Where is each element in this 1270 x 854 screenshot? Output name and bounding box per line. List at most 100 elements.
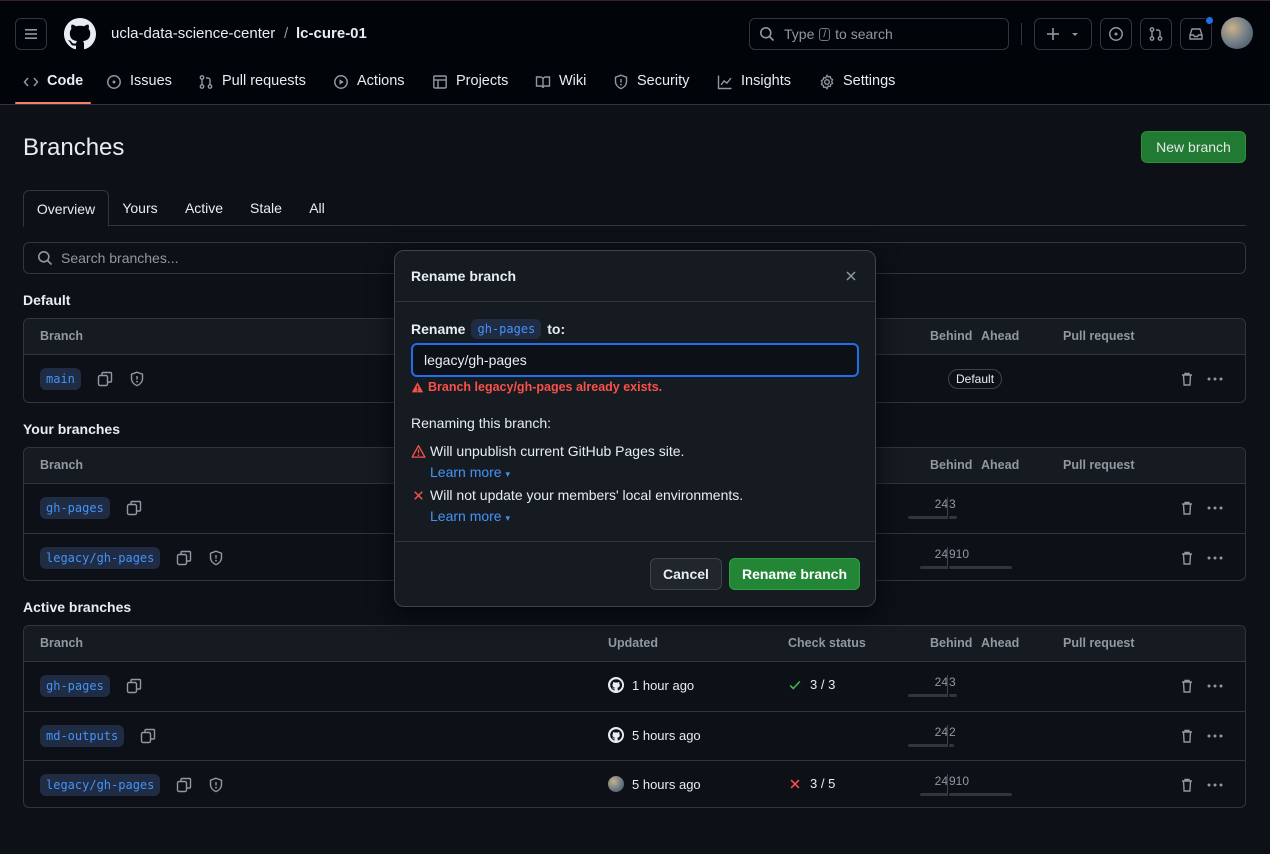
nav-label: Actions — [357, 73, 405, 89]
behind-count: 24 — [934, 725, 948, 739]
tab-pull-requests[interactable]: Pull requests — [198, 63, 306, 105]
behind-count: 24 — [934, 497, 948, 511]
shield-icon — [614, 74, 628, 90]
tab-yours[interactable]: Yours — [113, 190, 167, 226]
tab-wiki[interactable]: Wiki — [535, 63, 586, 105]
nav-label: Insights — [741, 73, 791, 89]
tab-overview[interactable]: Overview — [23, 190, 109, 227]
trash-icon[interactable] — [1179, 500, 1195, 516]
branch-name-link[interactable]: main — [40, 368, 81, 390]
updated-time: 1 hour ago — [632, 677, 695, 693]
branch-name-link[interactable]: gh-pages — [40, 497, 110, 519]
branch-name-link[interactable]: md-outputs — [40, 725, 125, 747]
copy-icon[interactable] — [140, 728, 156, 744]
kebab-horizontal-icon[interactable] — [1206, 371, 1224, 387]
new-branch-button[interactable]: New branch — [1141, 131, 1246, 163]
book-icon — [535, 76, 551, 89]
github-logo-icon[interactable] — [64, 18, 96, 50]
breadcrumb-org[interactable]: ucla-data-science-center — [111, 25, 275, 42]
create-new-button[interactable] — [1034, 18, 1092, 50]
ahead-bar — [949, 793, 1012, 796]
tab-active[interactable]: Active — [175, 190, 233, 226]
kebab-horizontal-icon[interactable] — [1206, 550, 1224, 566]
search-prefix: Type — [784, 26, 815, 42]
col-behind: Behind — [930, 329, 973, 343]
menu-button[interactable] — [15, 18, 47, 50]
tab-settings[interactable]: Settings — [819, 63, 895, 105]
tab-code[interactable]: Code — [23, 63, 83, 105]
hamburger-icon — [25, 29, 37, 39]
avatar[interactable] — [1221, 17, 1253, 49]
copy-icon[interactable] — [176, 777, 192, 793]
global-search-input[interactable]: Type / to search — [749, 18, 1009, 50]
trash-icon[interactable] — [1179, 728, 1195, 744]
trash-icon[interactable] — [1179, 550, 1195, 566]
rename-branch-button[interactable]: Rename branch — [729, 558, 860, 590]
updated-time: 5 hours ago — [632, 776, 701, 792]
tab-security[interactable]: Security — [613, 63, 689, 105]
check-status-cell[interactable]: 3 / 5 — [788, 776, 835, 791]
section-title-yours: Your branches — [23, 421, 120, 437]
search-icon — [38, 251, 53, 266]
issues-button[interactable] — [1100, 18, 1132, 50]
copy-icon[interactable] — [97, 371, 113, 387]
behind-ahead-bar: 24 910 — [901, 774, 1041, 800]
shield-icon[interactable] — [208, 550, 224, 566]
col-ahead: Ahead — [981, 636, 1020, 650]
warning-local-env: Will not update your members' local envi… — [411, 487, 743, 503]
shield-icon[interactable] — [129, 371, 145, 387]
tab-actions[interactable]: Actions — [333, 63, 405, 105]
trash-icon[interactable] — [1179, 678, 1195, 694]
header-divider — [1021, 23, 1022, 45]
copy-icon[interactable] — [126, 678, 142, 694]
trash-icon[interactable] — [1179, 777, 1195, 793]
branch-name-link[interactable]: legacy/gh-pages — [40, 774, 161, 796]
gear-icon — [820, 74, 834, 90]
breadcrumb-repo[interactable]: lc-cure-01 — [296, 25, 367, 42]
ahead-bar — [949, 744, 954, 747]
learn-more-link-pages[interactable]: Learn more ▾ — [430, 464, 510, 480]
close-icon[interactable] — [843, 268, 859, 284]
pull-requests-button[interactable] — [1140, 18, 1172, 50]
kebab-horizontal-icon[interactable] — [1206, 777, 1224, 793]
ahead-bar — [949, 694, 957, 697]
branch-name-link[interactable]: gh-pages — [40, 675, 110, 697]
tab-issues[interactable]: Issues — [106, 63, 172, 105]
behind-ahead-bar: 24 910 — [901, 547, 1041, 573]
shield-icon[interactable] — [208, 777, 224, 793]
nav-label: Wiki — [559, 73, 587, 89]
copy-icon[interactable] — [126, 500, 142, 516]
alert-icon — [411, 444, 426, 458]
col-pull-request: Pull request — [1063, 458, 1135, 472]
branch-name-link[interactable]: legacy/gh-pages — [40, 547, 161, 569]
default-badge: Default — [948, 369, 1003, 389]
issue-icon — [1109, 27, 1123, 41]
dialog-title: Rename branch — [411, 268, 517, 284]
rename-label-prefix: Rename — [411, 321, 466, 337]
breadcrumb-separator: / — [284, 25, 289, 42]
tab-insights[interactable]: Insights — [717, 63, 791, 105]
tab-projects[interactable]: Projects — [432, 63, 508, 105]
tab-stale[interactable]: Stale — [241, 190, 291, 226]
kebab-horizontal-icon[interactable] — [1206, 678, 1224, 694]
col-ahead: Ahead — [981, 329, 1020, 343]
search-icon — [760, 27, 775, 42]
updated-time: 5 hours ago — [632, 727, 701, 743]
trash-icon[interactable] — [1179, 371, 1195, 387]
behind-bar — [908, 516, 948, 519]
page-title: Branches — [23, 134, 125, 161]
new-branch-name-value: legacy/gh-pages — [424, 352, 527, 368]
copy-icon[interactable] — [176, 550, 192, 566]
ahead-count: 910 — [949, 547, 970, 561]
cancel-button[interactable]: Cancel — [650, 558, 722, 590]
check-status-cell[interactable]: 3 / 3 — [788, 677, 835, 692]
behind-bar — [908, 694, 948, 697]
updated-cell: 5 hours ago — [608, 727, 701, 743]
new-branch-name-input[interactable]: legacy/gh-pages — [411, 343, 859, 377]
validation-error-text: Branch legacy/gh-pages already exists. — [428, 380, 663, 394]
kebab-horizontal-icon[interactable] — [1206, 500, 1224, 516]
learn-more-link-local[interactable]: Learn more ▾ — [430, 508, 510, 524]
kebab-horizontal-icon[interactable] — [1206, 728, 1224, 744]
ahead-count: 3 — [949, 675, 956, 689]
tab-all[interactable]: All — [301, 190, 333, 226]
